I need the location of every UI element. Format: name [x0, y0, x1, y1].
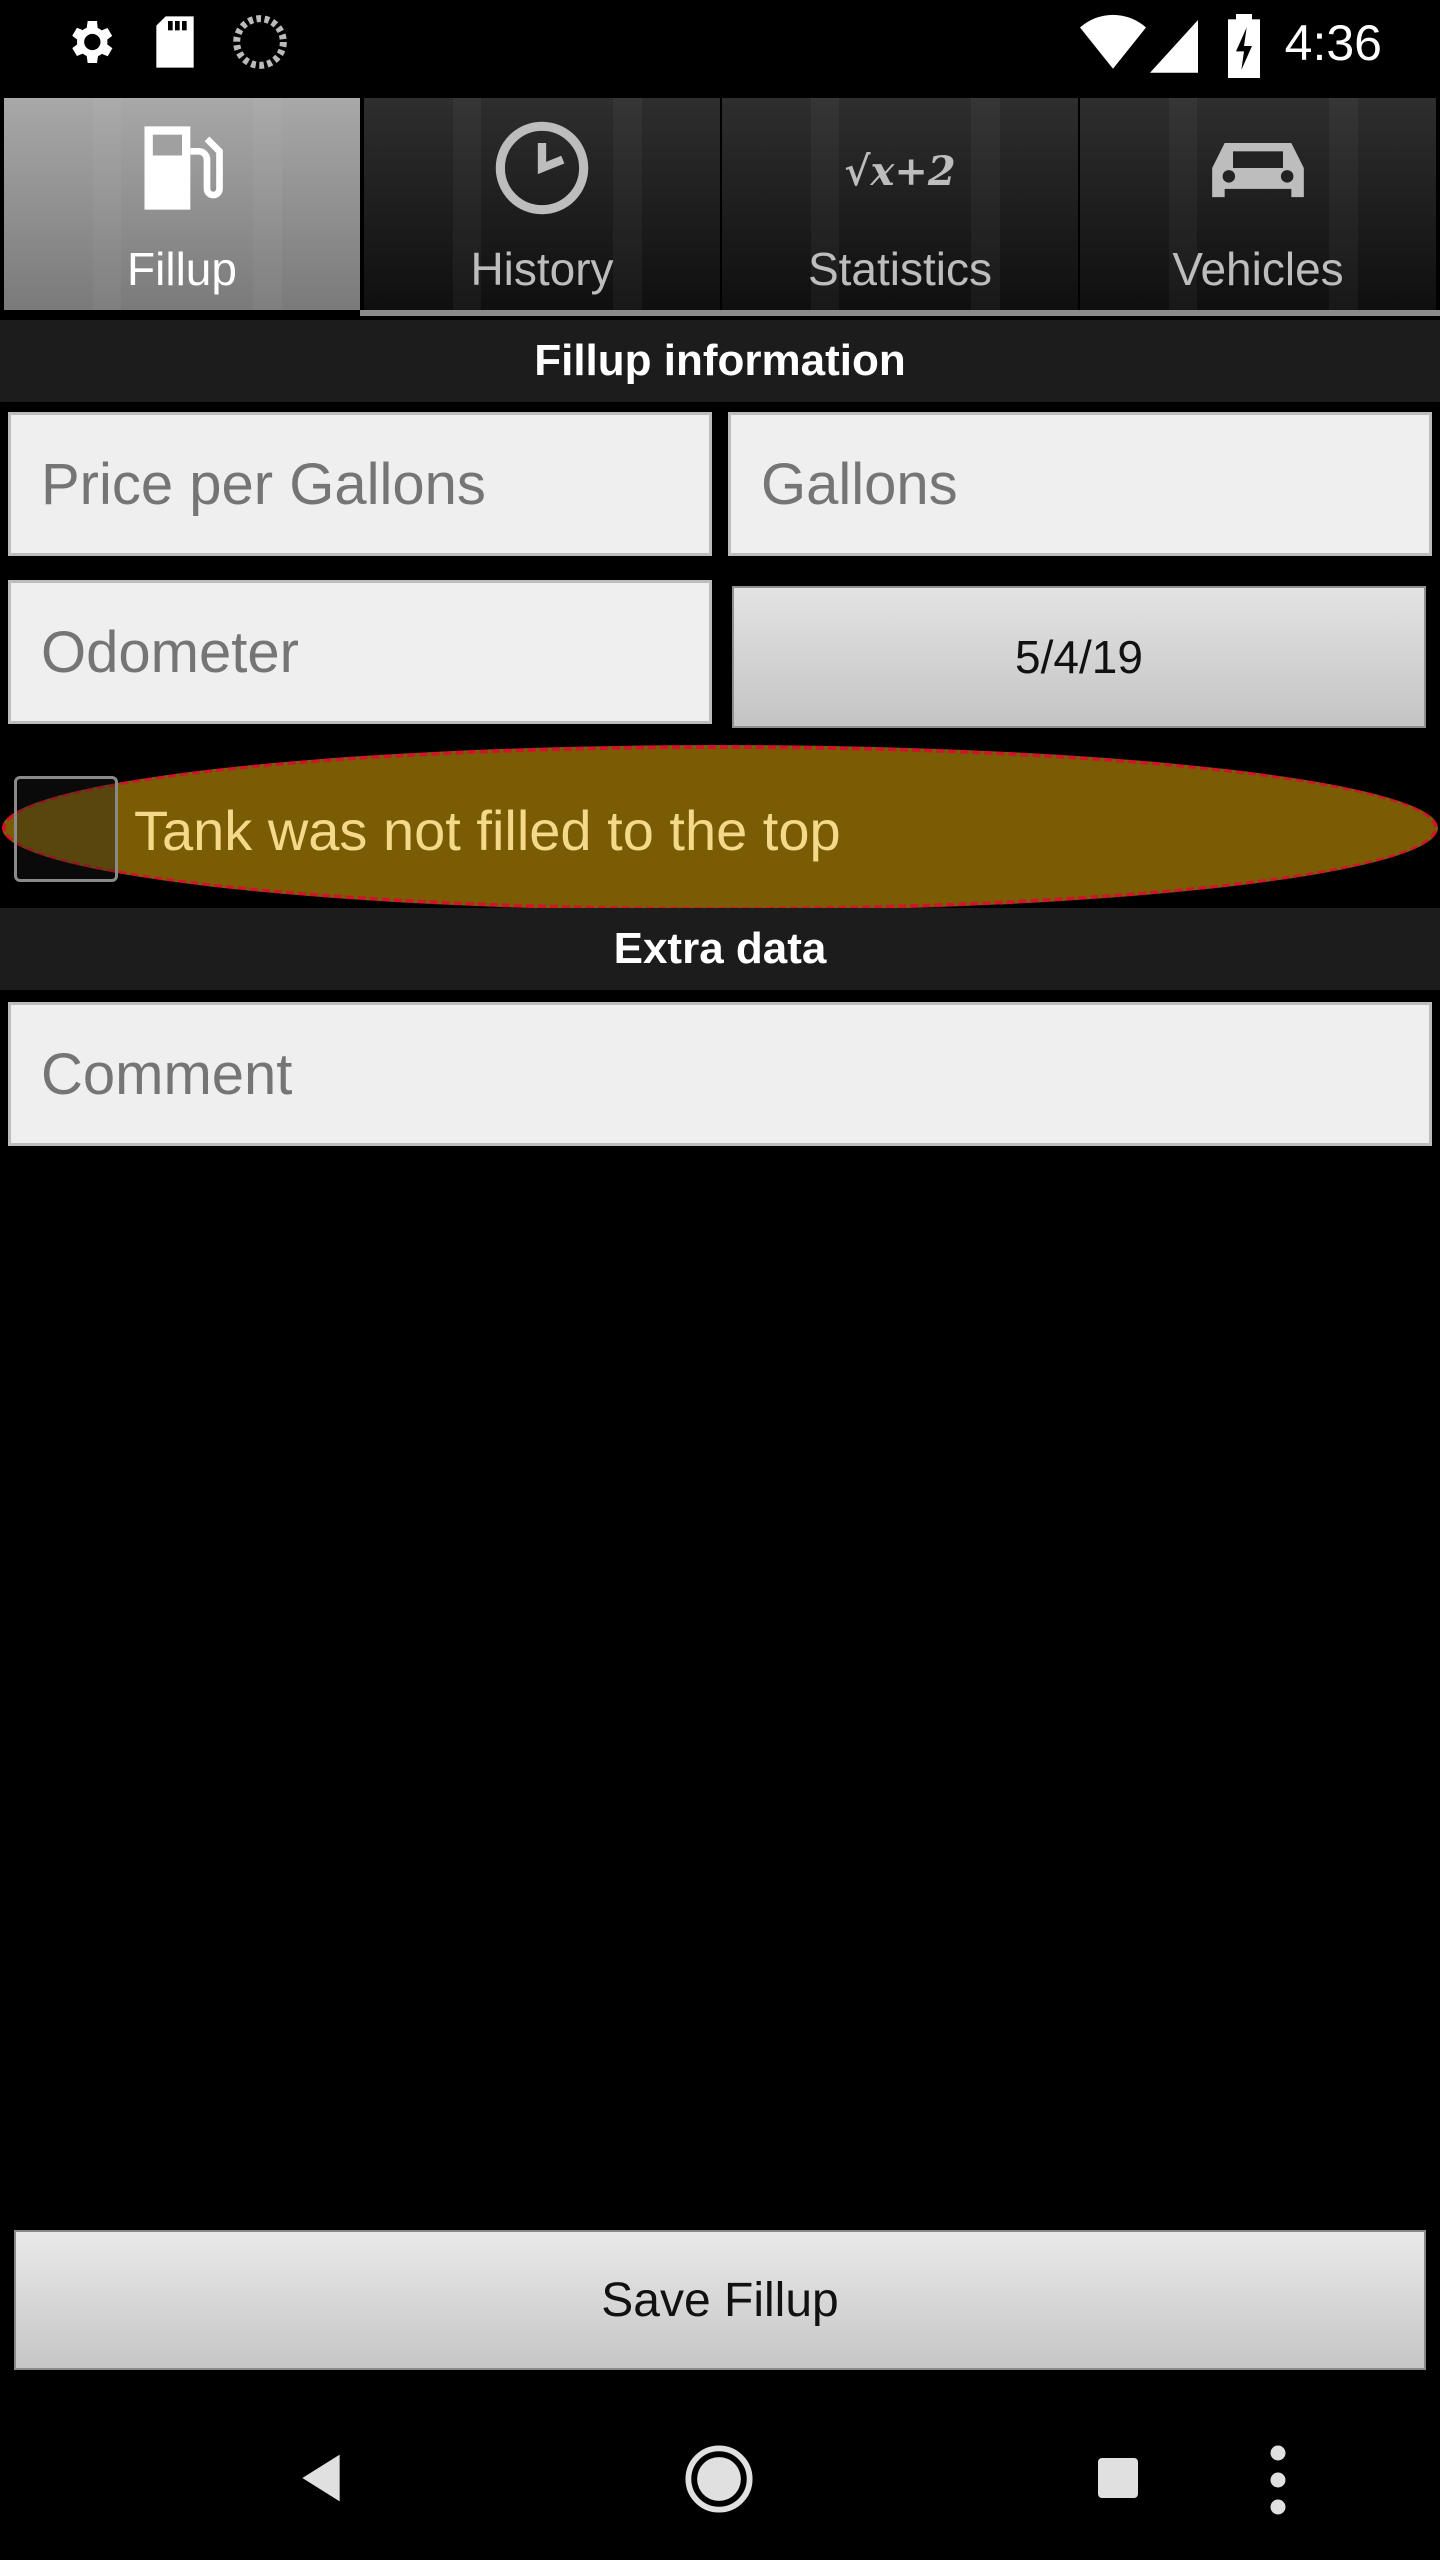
tab-vehicles[interactable]: Vehicles	[1080, 98, 1436, 310]
partial-fill-checkbox[interactable]	[14, 776, 118, 882]
sync-spinner-icon	[232, 14, 288, 75]
tab-label: Fillup	[127, 243, 237, 295]
tab-fillup[interactable]: Fillup	[4, 98, 360, 310]
odometer-input[interactable]	[8, 580, 712, 724]
tab-history[interactable]: History	[364, 98, 720, 310]
save-fillup-button[interactable]: Save Fillup	[14, 2230, 1426, 2370]
overflow-menu-icon[interactable]	[1266, 2444, 1290, 2521]
cell-signal-icon	[1150, 14, 1198, 79]
extra-data-header: Extra data	[0, 908, 1440, 990]
fuel-pump-icon	[132, 118, 232, 223]
gallons-input[interactable]	[728, 412, 1432, 556]
comment-input[interactable]	[8, 1002, 1432, 1146]
recents-icon[interactable]	[1094, 2454, 1142, 2507]
navigation-bar	[0, 2400, 1440, 2560]
settings-icon	[62, 14, 118, 75]
formula-icon: √x+2	[844, 148, 956, 195]
status-bar: 4:36	[0, 0, 1440, 96]
tab-bar: Fillup History √x+2 Statistics Vehicles	[0, 96, 1440, 318]
tab-label: Vehicles	[1172, 243, 1344, 295]
tab-label: Statistics	[807, 243, 993, 295]
clock-time: 4:36	[1284, 15, 1382, 71]
partial-fill-label[interactable]: Tank was not filled to the top	[134, 798, 841, 863]
sd-card-icon	[150, 14, 200, 75]
price-per-gallon-input[interactable]	[8, 412, 712, 556]
back-icon[interactable]	[296, 2450, 346, 2511]
tab-underline	[360, 310, 1440, 316]
tab-label: History	[470, 243, 614, 295]
fillup-info-header: Fillup information	[0, 320, 1440, 402]
battery-charging-icon	[1224, 14, 1264, 83]
tab-statistics[interactable]: √x+2 Statistics	[722, 98, 1078, 310]
home-icon[interactable]	[684, 2444, 754, 2519]
wifi-icon	[1080, 14, 1146, 79]
clock-icon	[492, 118, 592, 223]
date-picker-button[interactable]: 5/4/19	[732, 586, 1426, 728]
car-icon	[1203, 118, 1313, 223]
